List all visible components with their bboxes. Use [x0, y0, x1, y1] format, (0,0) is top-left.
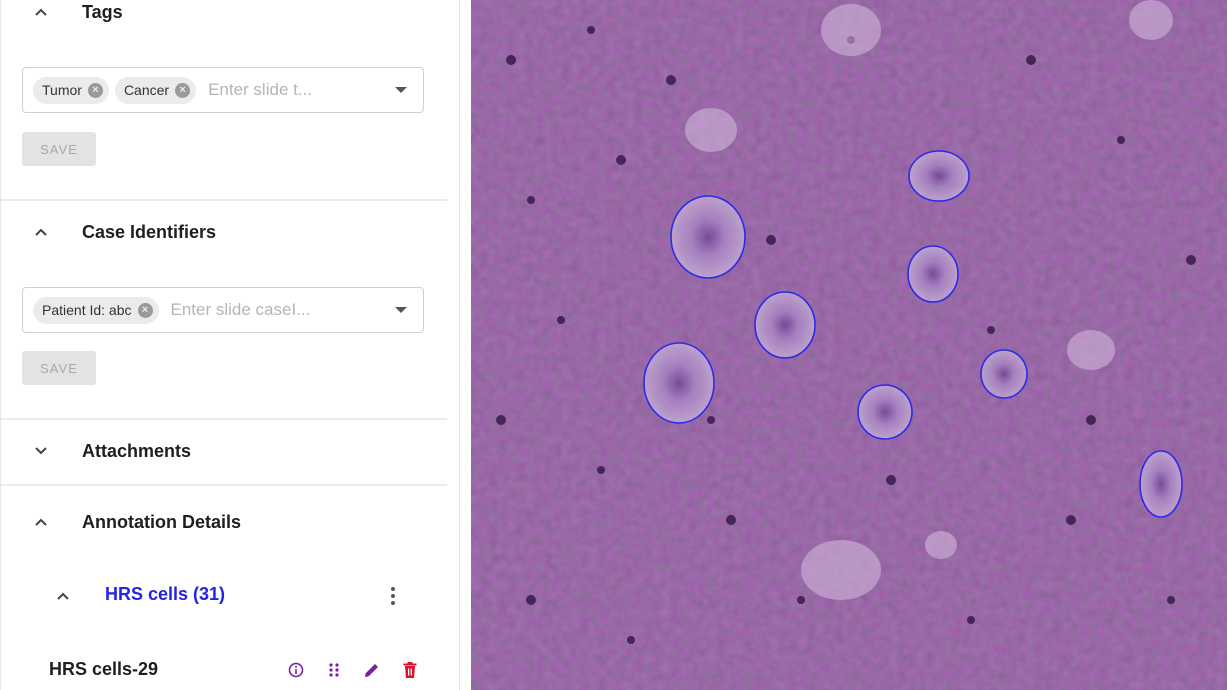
section-divider — [1, 199, 447, 201]
tags-section-header[interactable]: Tags — [1, 0, 447, 32]
annotation-outline[interactable] — [907, 245, 959, 303]
tag-chip-label: Tumor — [42, 82, 82, 98]
slide-viewer[interactable] — [471, 0, 1227, 690]
attachments-title: Attachments — [82, 440, 192, 461]
drag-handle-icon[interactable] — [323, 659, 345, 681]
annotation-details-title: Annotation Details — [82, 511, 242, 532]
tag-chip[interactable]: Cancer × — [114, 76, 197, 104]
case-identifiers-placeholder[interactable]: Enter slide caseI... — [171, 300, 311, 320]
tags-input[interactable]: Tumor × Cancer × Enter slide t... — [22, 67, 424, 113]
annotation-item-title[interactable]: HRS cells-29 — [49, 659, 158, 680]
case-identifiers-title: Case Identifiers — [82, 221, 217, 242]
slide-image[interactable] — [471, 0, 1227, 690]
section-divider — [1, 418, 447, 420]
chevron-up-icon[interactable] — [53, 586, 73, 606]
tags-save-button[interactable]: SAVE — [22, 132, 96, 166]
tags-placeholder[interactable]: Enter slide t... — [208, 80, 312, 100]
annotation-outline[interactable] — [670, 195, 746, 279]
trash-icon[interactable] — [399, 659, 421, 681]
case-id-chip[interactable]: Patient Id: abc × — [33, 296, 159, 324]
remove-chip-icon[interactable]: × — [137, 302, 153, 318]
annotation-group-title[interactable]: HRS cells (31) — [105, 584, 225, 605]
case-identifiers-save-button[interactable]: SAVE — [22, 351, 96, 385]
chevron-up-icon[interactable] — [31, 2, 51, 22]
info-icon[interactable] — [285, 659, 307, 681]
case-identifiers-section-header[interactable]: Case Identifiers — [1, 212, 447, 252]
more-vert-icon[interactable] — [382, 585, 404, 607]
annotation-outline[interactable] — [857, 384, 913, 440]
remove-chip-icon[interactable]: × — [175, 82, 191, 98]
slide-details-sidebar: Tags Tumor × Cancer × Enter slide t... S… — [0, 0, 460, 690]
section-divider — [1, 484, 447, 486]
annotation-details-section-header[interactable]: Annotation Details — [1, 502, 447, 542]
tags-title: Tags — [82, 1, 123, 22]
tag-chip[interactable]: Tumor × — [33, 76, 109, 104]
annotation-outline[interactable] — [908, 150, 970, 202]
annotation-outline[interactable] — [643, 342, 715, 424]
tag-chip-label: Cancer — [123, 82, 170, 98]
case-id-chip-label: Patient Id: abc — [42, 302, 132, 318]
case-identifiers-input[interactable]: Patient Id: abc × Enter slide caseI... — [22, 287, 424, 333]
annotation-outline[interactable] — [1139, 450, 1183, 518]
pencil-icon[interactable] — [361, 659, 383, 681]
annotation-outline[interactable] — [980, 349, 1028, 399]
chevron-up-icon[interactable] — [31, 512, 51, 532]
chevron-up-icon[interactable] — [31, 222, 51, 242]
dropdown-arrow-icon[interactable] — [395, 87, 407, 93]
attachments-section-header[interactable]: Attachments — [1, 431, 447, 471]
remove-chip-icon[interactable]: × — [87, 82, 103, 98]
annotation-outline[interactable] — [754, 291, 816, 359]
chevron-down-icon[interactable] — [31, 441, 51, 461]
dropdown-arrow-icon[interactable] — [395, 307, 407, 313]
